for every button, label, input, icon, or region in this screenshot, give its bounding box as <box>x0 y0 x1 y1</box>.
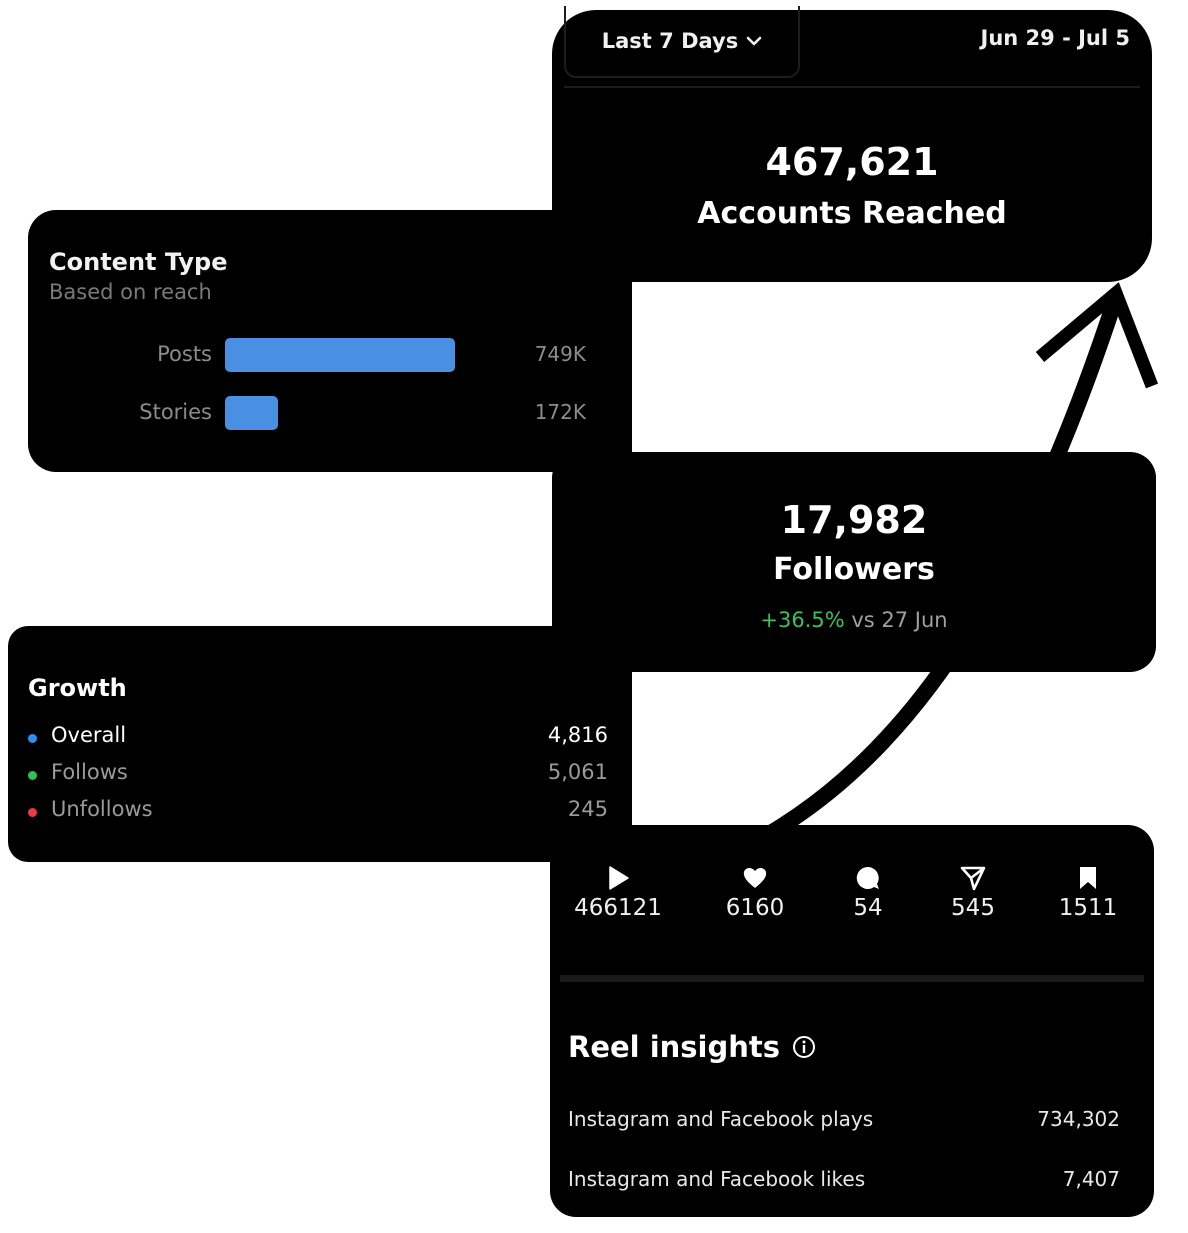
stat-comments[interactable]: 54 <box>808 865 928 921</box>
play-icon <box>609 866 629 890</box>
content-type-title: Content Type <box>49 248 228 276</box>
growth-label: Overall <box>51 723 127 747</box>
stat-value: 6160 <box>725 895 785 921</box>
content-type-value: 749K <box>534 342 586 366</box>
share-icon <box>960 866 986 891</box>
accounts-reached-card: Last 7 Days Jun 29 - Jul 5 467,621 Accou… <box>552 6 1152 282</box>
accounts-reached-label: Accounts Reached <box>697 196 1007 231</box>
growth-value: 5,061 <box>547 760 608 784</box>
content-type-label: Posts <box>157 342 212 366</box>
insight-label: Instagram and Facebook likes <box>568 1167 866 1191</box>
growth-card: Growth Overall 4,816 Follows 5,061 Unfol… <box>8 626 632 862</box>
reel-stats-card: 466121 6160 54 545 1511 Reel insights In… <box>550 825 1154 1217</box>
growth-row-unfollows[interactable]: Unfollows 245 <box>28 797 610 827</box>
content-type-card: Content Type Based on reach Posts 749K S… <box>28 210 632 472</box>
legend-dot <box>28 734 37 743</box>
followers-change-percent: +36.5% <box>760 608 845 632</box>
growth-title: Growth <box>28 674 127 702</box>
stat-value: 545 <box>951 895 995 921</box>
reel-insights-title: Reel insights <box>568 1030 816 1064</box>
heart-icon <box>743 868 767 888</box>
followers-label: Followers <box>773 552 935 587</box>
followers-value: 17,982 <box>780 498 928 542</box>
followers-change-reference: vs 27 Jun <box>844 608 948 632</box>
insight-value: 734,302 <box>1037 1107 1120 1131</box>
legend-dot <box>28 808 37 817</box>
growth-label: Follows <box>51 760 128 784</box>
content-type-row-posts[interactable]: Posts 749K <box>28 338 632 374</box>
reel-insights-title-text: Reel insights <box>568 1030 781 1064</box>
content-type-value: 172K <box>534 400 586 424</box>
posts-bar <box>225 338 455 372</box>
stat-likes[interactable]: 6160 <box>695 865 815 921</box>
stories-bar <box>225 396 278 430</box>
stat-shares[interactable]: 545 <box>913 865 1033 921</box>
legend-dot <box>28 771 37 780</box>
content-type-subtitle: Based on reach <box>49 280 212 304</box>
growth-label: Unfollows <box>51 797 153 821</box>
insight-value: 7,407 <box>1062 1167 1120 1191</box>
content-type-label: Stories <box>139 400 212 424</box>
stat-value: 466121 <box>574 895 662 921</box>
accounts-reached-value: 467,621 <box>765 140 939 184</box>
date-range-text: Jun 29 - Jul 5 <box>980 26 1130 50</box>
followers-change: +36.5% vs 27 Jun <box>552 608 1156 632</box>
bar-track <box>225 396 571 430</box>
growth-value: 245 <box>567 797 608 821</box>
chevron-down-icon <box>746 36 762 46</box>
growth-row-follows[interactable]: Follows 5,061 <box>28 760 610 790</box>
divider <box>564 86 1140 88</box>
stat-saves[interactable]: 1511 <box>1028 865 1148 921</box>
insight-label: Instagram and Facebook plays <box>568 1107 874 1131</box>
divider <box>560 975 1144 982</box>
stat-value: 54 <box>853 895 883 921</box>
stat-value: 1511 <box>1058 895 1118 921</box>
followers-card: 17,982 Followers +36.5% vs 27 Jun <box>552 452 1156 672</box>
bookmark-icon <box>1080 867 1096 889</box>
reel-insight-row-plays[interactable]: Instagram and Facebook plays 734,302 <box>568 1107 1120 1137</box>
reel-insight-row-likes[interactable]: Instagram and Facebook likes 7,407 <box>568 1167 1120 1197</box>
bar-track <box>225 338 571 372</box>
comment-icon <box>856 866 879 889</box>
info-icon[interactable] <box>792 1035 816 1059</box>
content-type-row-stories[interactable]: Stories 172K <box>28 396 632 432</box>
growth-row-overall[interactable]: Overall 4,816 <box>28 723 610 753</box>
date-range-dropdown[interactable]: Last 7 Days <box>564 6 800 78</box>
growth-value: 4,816 <box>547 723 608 747</box>
stat-plays[interactable]: 466121 <box>558 865 678 921</box>
date-range-dropdown-label: Last 7 Days <box>601 29 739 53</box>
